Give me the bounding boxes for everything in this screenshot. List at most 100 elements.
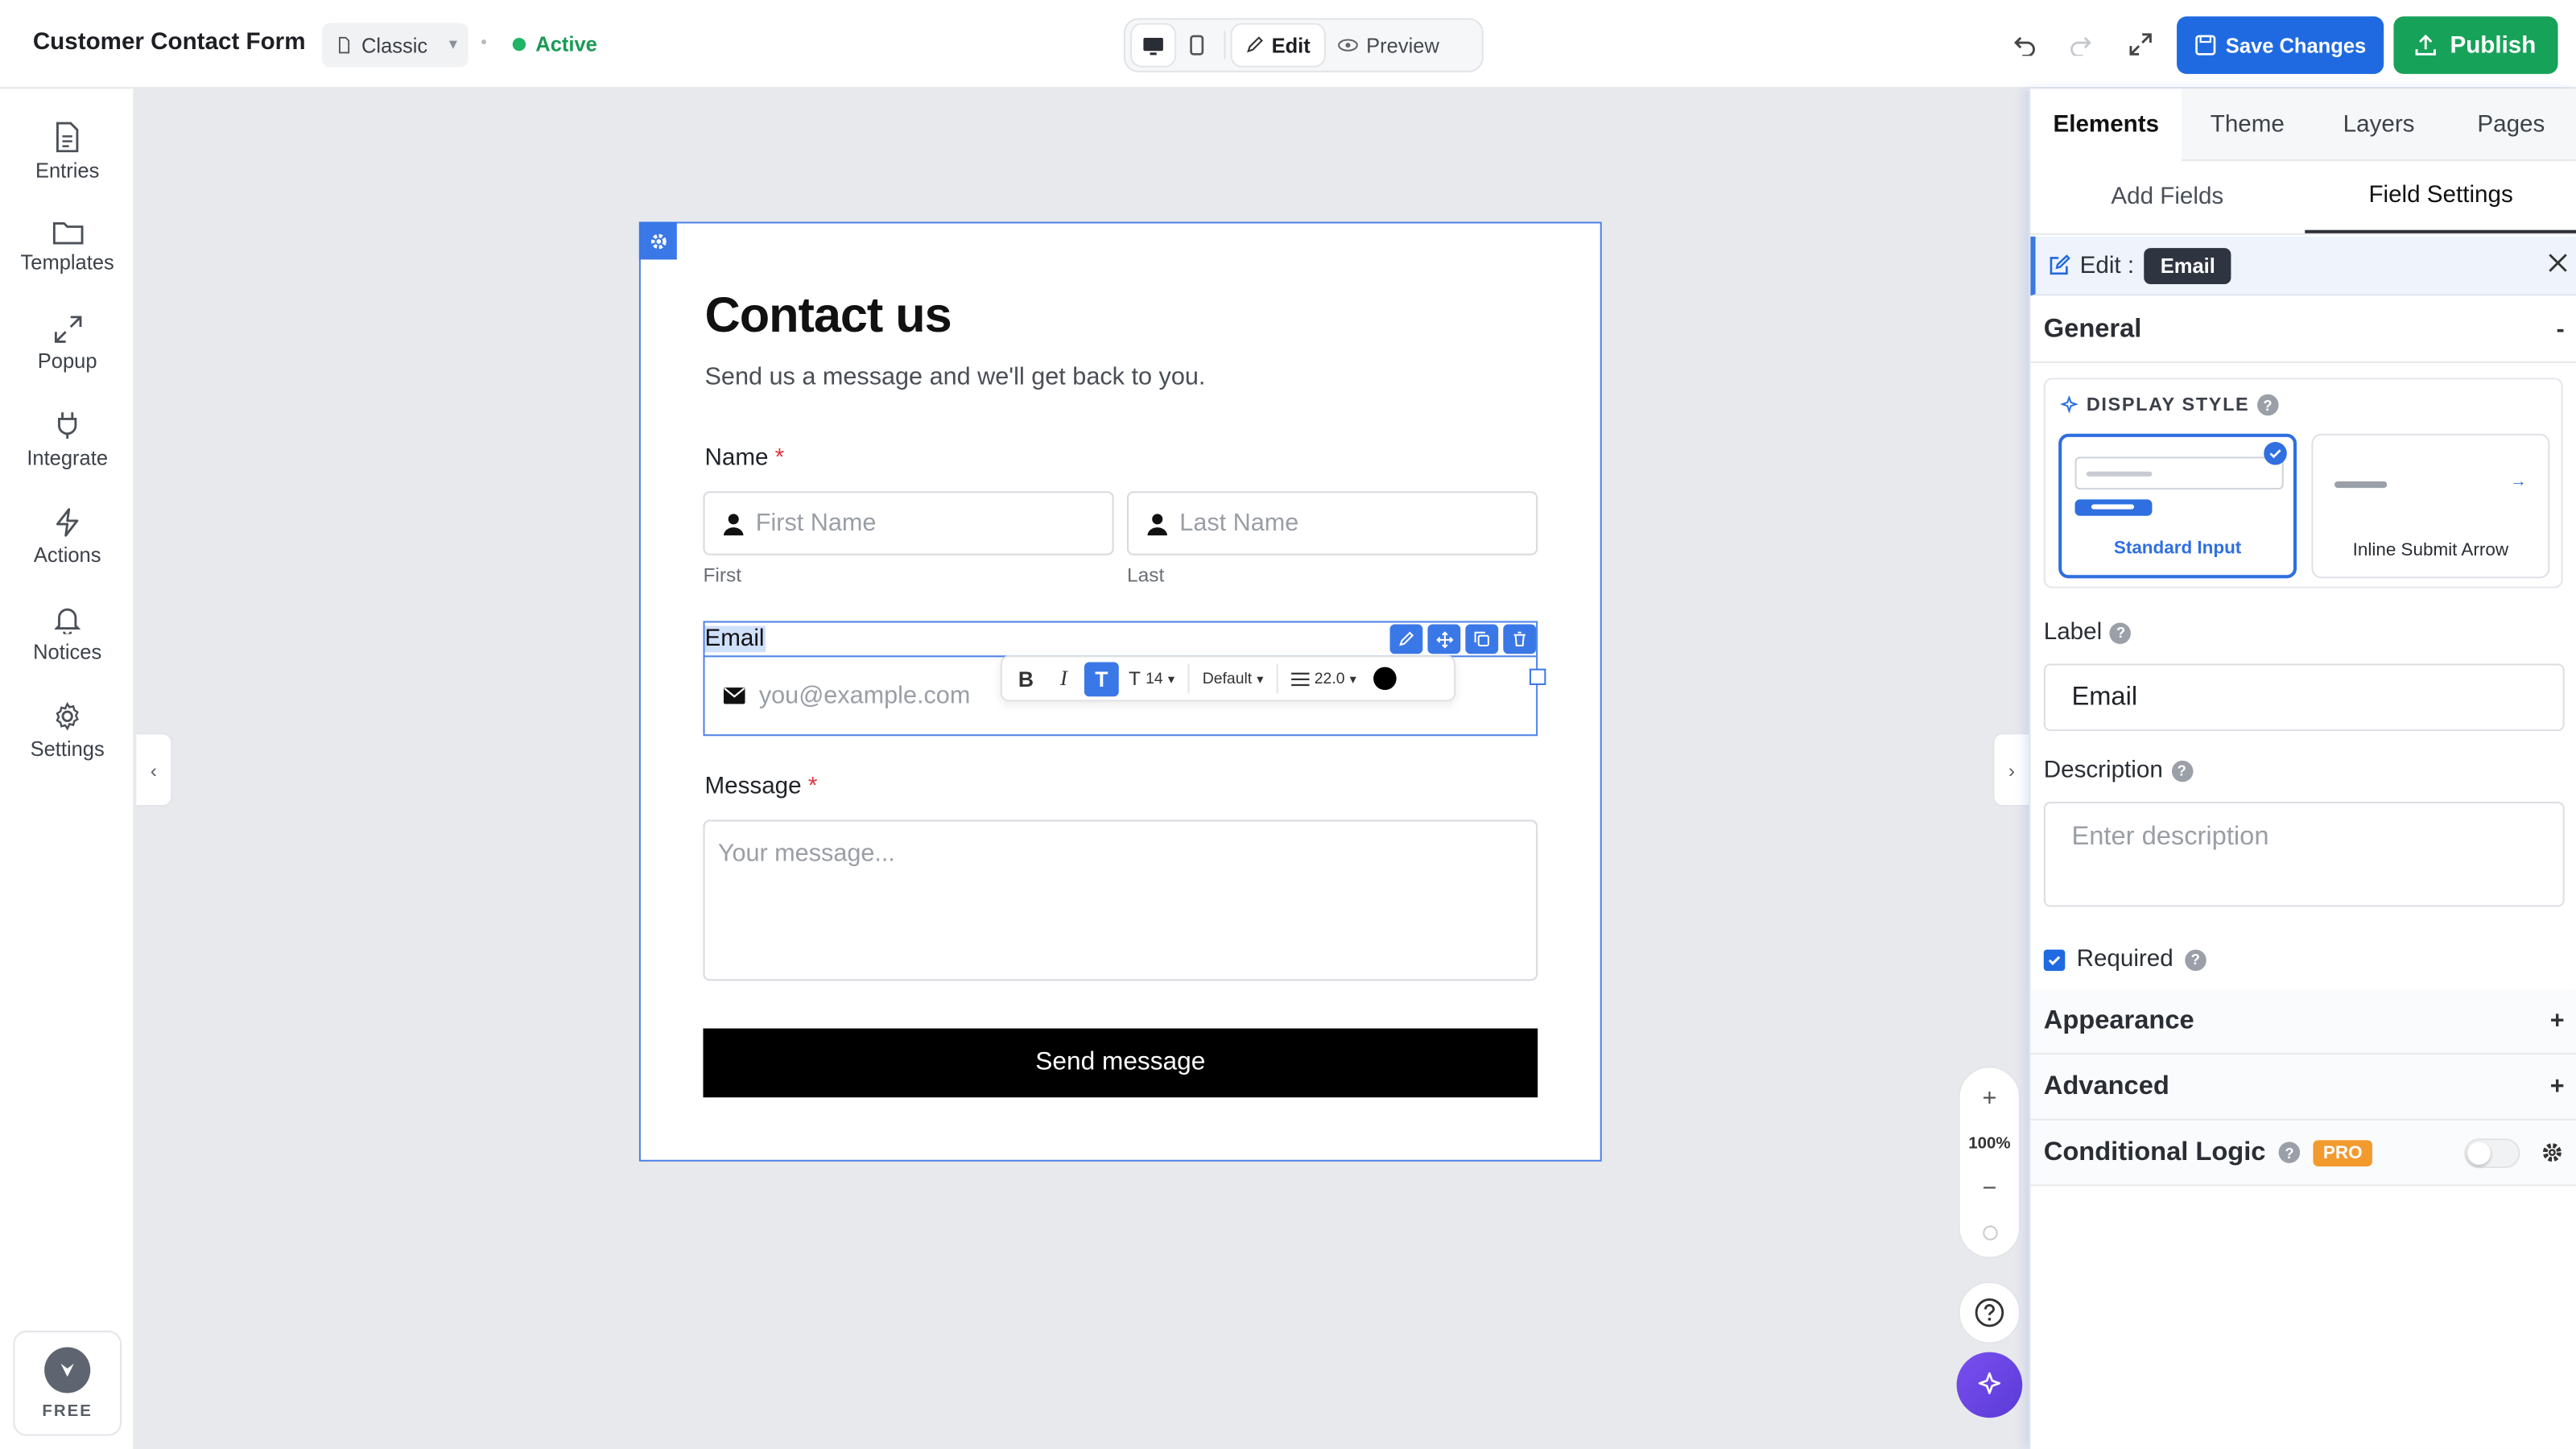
tab-theme[interactable]: Theme xyxy=(2182,89,2313,161)
help-button[interactable] xyxy=(1958,1281,2021,1344)
divider xyxy=(1187,663,1190,694)
description-textarea[interactable]: Enter description xyxy=(2043,801,2565,907)
display-option-label: Inline Submit Arrow xyxy=(2352,540,2509,560)
form-settings-button[interactable] xyxy=(638,221,677,260)
move-field-button[interactable] xyxy=(1427,624,1461,654)
redo-button[interactable] xyxy=(2063,28,2096,61)
publish-button[interactable]: Publish xyxy=(2393,16,2558,74)
gear-icon xyxy=(650,233,666,249)
mobile-view-button[interactable] xyxy=(1174,25,1217,66)
sidebar-item-label: Integrate xyxy=(27,447,109,470)
ai-assistant-button[interactable] xyxy=(1956,1352,2023,1418)
help-icon[interactable]: ? xyxy=(2257,394,2280,416)
copy-icon xyxy=(1474,631,1489,647)
pencil-icon xyxy=(1399,631,1414,646)
edit-icon xyxy=(2050,254,2070,275)
sidebar-item-integrate[interactable]: Integrate xyxy=(0,411,134,470)
sidebar-item-label: Entries xyxy=(35,159,100,183)
form-canvas[interactable]: Contact us Send us a message and we'll g… xyxy=(638,221,1602,1162)
gear-icon[interactable] xyxy=(2540,1140,2565,1165)
help-icon[interactable]: ? xyxy=(2170,759,2193,782)
right-panel: Elements Theme Layers Pages Add Fields F… xyxy=(2029,89,2576,1449)
message-textarea[interactable]: Your message... xyxy=(703,819,1538,981)
appearance-section-header[interactable]: Appearance + xyxy=(2030,989,2576,1055)
display-option-inline-submit-arrow[interactable]: → Inline Submit Arrow xyxy=(2311,433,2550,579)
envelope-icon xyxy=(723,687,745,704)
resize-handle[interactable] xyxy=(1529,668,1546,686)
layout-select[interactable]: Classic ▾ xyxy=(321,23,469,68)
help-icon[interactable]: ? xyxy=(2110,621,2132,643)
chevron-left-icon: ‹ xyxy=(150,758,157,782)
conditional-logic-toggle[interactable] xyxy=(2464,1137,2520,1167)
plug-icon xyxy=(58,412,77,439)
last-name-input[interactable]: Last Name xyxy=(1126,491,1538,555)
display-style-card: DISPLAY STYLE ? Standard Input → Inline … xyxy=(2043,378,2563,588)
arrow-right-icon: → xyxy=(2510,473,2527,492)
zoom-in-button[interactable]: + xyxy=(1982,1084,1996,1113)
edit-prefix: Edit : xyxy=(2079,252,2135,279)
send-message-button[interactable]: Send message xyxy=(703,1028,1538,1098)
required-checkbox-row[interactable]: Required ? xyxy=(2043,947,2207,972)
sidebar-item-actions[interactable]: Actions xyxy=(0,508,134,567)
chevron-down-icon: ▾ xyxy=(1349,671,1356,687)
tab-layers[interactable]: Layers xyxy=(2313,89,2444,161)
font-family-select[interactable]: Default ▾ xyxy=(1196,661,1270,696)
edit-field-button[interactable] xyxy=(1389,624,1423,654)
preview-input-line xyxy=(2334,481,2388,489)
font-size-select[interactable]: T 14 ▾ xyxy=(1122,661,1181,696)
label-input[interactable]: Email xyxy=(2043,663,2565,732)
mobile-icon xyxy=(1189,35,1203,56)
zoom-control: + 100% − xyxy=(1958,1066,2021,1259)
sidebar-item-settings[interactable]: Settings xyxy=(0,701,134,761)
name-label[interactable]: Name * xyxy=(705,445,785,472)
edit-mode-button[interactable]: Edit xyxy=(1232,24,1324,66)
plan-card[interactable]: FREE xyxy=(13,1331,122,1436)
help-icon[interactable]: ? xyxy=(2184,948,2207,971)
sidebar-item-templates[interactable]: Templates xyxy=(0,218,134,275)
tab-pages[interactable]: Pages xyxy=(2445,89,2576,161)
required-checkbox[interactable] xyxy=(2043,948,2066,971)
expand-icon xyxy=(2129,33,2152,56)
italic-button[interactable]: I xyxy=(1046,661,1081,696)
display-style-label: DISPLAY STYLE xyxy=(2086,394,2250,415)
sidebar-item-notices[interactable]: Notices xyxy=(0,605,134,663)
form-heading[interactable]: Contact us xyxy=(705,289,952,345)
tab-elements[interactable]: Elements xyxy=(2030,89,2182,161)
move-icon xyxy=(1435,630,1453,648)
form-title[interactable]: Customer Contact Form xyxy=(33,30,306,56)
desktop-view-button[interactable] xyxy=(1132,24,1175,66)
bold-button[interactable]: B xyxy=(1009,661,1043,696)
text-style-button[interactable]: T xyxy=(1084,661,1119,696)
tab-add-fields[interactable]: Add Fields xyxy=(2030,161,2304,233)
first-name-input[interactable]: First Name xyxy=(703,491,1114,555)
selected-check-icon xyxy=(2264,441,2287,465)
label-title-text: Label xyxy=(2043,619,2103,646)
zoom-out-button[interactable]: − xyxy=(1982,1175,1996,1203)
zoom-reset-icon[interactable] xyxy=(1982,1225,1997,1241)
text-color-swatch[interactable] xyxy=(1373,667,1396,691)
tab-field-settings[interactable]: Field Settings xyxy=(2304,161,2576,233)
sidebar-item-popup[interactable]: Popup xyxy=(0,316,134,373)
email-label[interactable]: Email xyxy=(704,625,766,653)
close-icon[interactable] xyxy=(2548,253,2567,279)
collapse-right-panel-button[interactable]: › xyxy=(1992,733,2029,807)
line-height-select[interactable]: 22.0 ▾ xyxy=(1285,661,1363,696)
sidebar-item-label: Templates xyxy=(20,251,114,275)
general-section-header[interactable]: General - xyxy=(2030,297,2576,364)
advanced-section-header[interactable]: Advanced + xyxy=(2030,1055,2576,1121)
help-icon[interactable]: ? xyxy=(2278,1141,2301,1163)
duplicate-field-button[interactable] xyxy=(1465,624,1499,654)
undo-button[interactable] xyxy=(2009,28,2042,61)
collapse-left-panel-button[interactable]: ‹ xyxy=(136,733,173,807)
message-label[interactable]: Message * xyxy=(705,774,818,800)
sidebar-item-label: Popup xyxy=(37,349,97,374)
redo-icon xyxy=(2070,35,2091,56)
delete-field-button[interactable] xyxy=(1503,624,1537,654)
preview-mode-button[interactable]: Preview xyxy=(1323,25,1452,66)
form-subtitle[interactable]: Send us a message and we'll get back to … xyxy=(705,363,1206,391)
display-option-standard-input[interactable]: Standard Input xyxy=(2058,433,2297,579)
save-changes-button[interactable]: Save Changes xyxy=(2177,16,2384,74)
fullscreen-button[interactable] xyxy=(2124,28,2157,61)
sidebar-item-entries[interactable]: Entries xyxy=(0,122,134,183)
conditional-logic-section: Conditional Logic ? PRO xyxy=(2030,1120,2576,1187)
